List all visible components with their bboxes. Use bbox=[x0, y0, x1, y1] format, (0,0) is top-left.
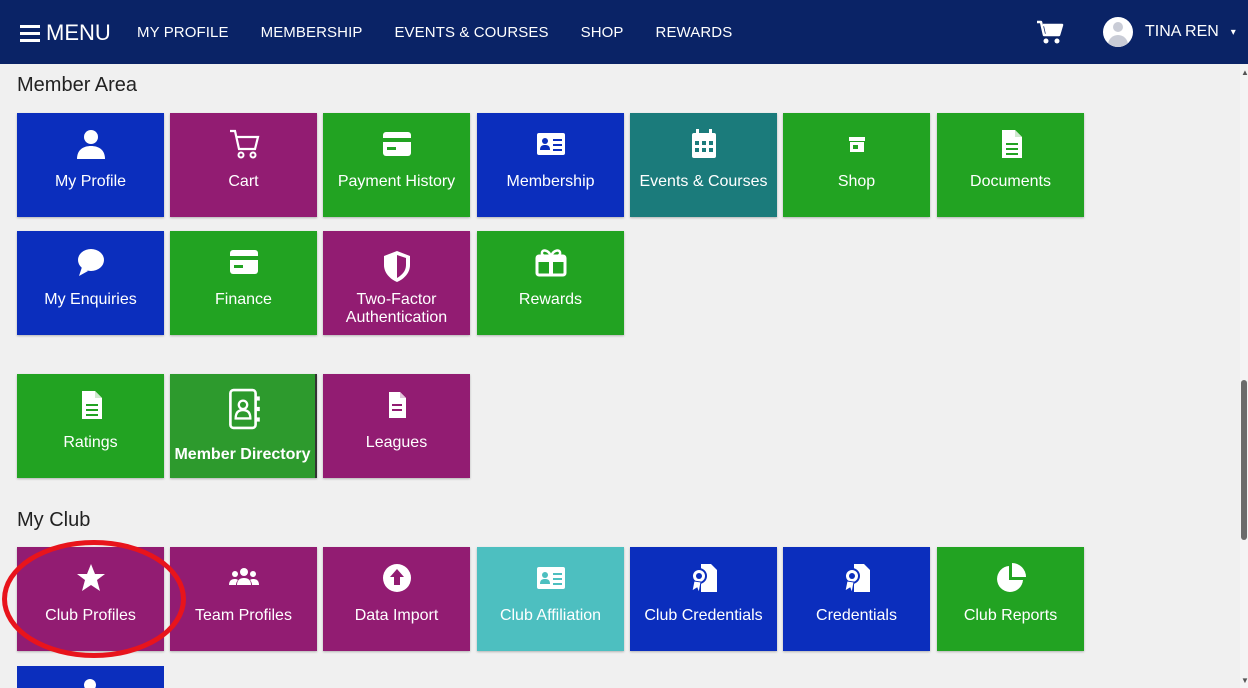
tile-leagues[interactable]: Leagues bbox=[323, 374, 470, 478]
hamburger-icon bbox=[20, 24, 40, 42]
id-card-icon bbox=[536, 567, 565, 589]
tile-label: Finance bbox=[215, 291, 272, 308]
tile-rewards[interactable]: Rewards bbox=[477, 231, 624, 335]
tile-label: Two-Factor Authentication bbox=[345, 291, 448, 326]
scroll-up-icon[interactable]: ▲ bbox=[1241, 68, 1248, 77]
nav-events-courses[interactable]: EVENTS & COURSES bbox=[394, 24, 548, 41]
document-icon bbox=[1001, 130, 1022, 158]
menu-label: MENU bbox=[46, 20, 111, 45]
tile-label: Leagues bbox=[365, 434, 428, 451]
store-icon bbox=[848, 137, 865, 152]
chat-bubble-icon bbox=[77, 249, 104, 276]
tile-label: Cart bbox=[228, 173, 259, 190]
menu-button[interactable]: MENU bbox=[20, 20, 111, 46]
address-book-icon bbox=[228, 388, 260, 430]
tile-my-profile[interactable]: My Profile bbox=[17, 113, 164, 217]
tile-ratings[interactable]: Ratings bbox=[17, 374, 164, 478]
avatar bbox=[1103, 17, 1133, 47]
my-club-title: My Club bbox=[17, 509, 91, 531]
scroll-down-icon[interactable]: ▼ bbox=[1241, 676, 1248, 685]
tile-member-directory[interactable]: Member Directory bbox=[170, 374, 317, 478]
tile-label: Club Profiles bbox=[45, 607, 136, 624]
tile-club-affiliation[interactable]: Club Affiliation bbox=[477, 547, 624, 651]
tile-label: Events & Courses bbox=[639, 173, 768, 190]
member-area-title: Member Area bbox=[17, 74, 138, 96]
tile-label: Membership bbox=[506, 173, 595, 190]
main-nav: MY PROFILE MEMBERSHIP EVENTS & COURSES S… bbox=[137, 24, 764, 41]
tile-label: Shop bbox=[837, 173, 876, 190]
group-icon bbox=[228, 568, 259, 585]
tile-label: Ratings bbox=[63, 434, 118, 451]
credit-card-icon bbox=[382, 132, 411, 156]
shield-icon bbox=[383, 251, 410, 282]
tile-label: Data Import bbox=[354, 607, 439, 624]
tile-label: My Profile bbox=[54, 173, 127, 190]
id-card-icon bbox=[536, 133, 565, 155]
tile-team-profiles[interactable]: Team Profiles bbox=[170, 547, 317, 651]
scrollbar-track[interactable] bbox=[1240, 64, 1248, 688]
gift-icon bbox=[535, 249, 566, 277]
tile-label: Credentials bbox=[816, 607, 897, 624]
tile-club-reports[interactable]: Club Reports bbox=[937, 547, 1084, 651]
tile-credentials[interactable]: Credentials bbox=[783, 547, 930, 651]
tile-label: Member Directory bbox=[174, 446, 311, 463]
user-name: TINA REN bbox=[1145, 23, 1219, 40]
nav-rewards[interactable]: REWARDS bbox=[656, 24, 733, 41]
cart-icon bbox=[229, 129, 259, 159]
tile-two-factor-authentication[interactable]: Two-Factor Authentication bbox=[323, 231, 470, 335]
document-icon bbox=[81, 391, 102, 419]
calendar-icon bbox=[691, 129, 716, 158]
tile-label: Club Affiliation bbox=[499, 607, 602, 624]
credit-card-icon bbox=[229, 250, 258, 274]
top-navigation-bar: MENU MY PROFILE MEMBERSHIP EVENTS & COUR… bbox=[0, 0, 1248, 64]
nav-membership[interactable]: MEMBERSHIP bbox=[261, 24, 363, 41]
tile-label: Team Profiles bbox=[195, 607, 292, 624]
star-icon bbox=[76, 564, 105, 591]
user-menu[interactable]: TINA REN ▾ bbox=[1103, 17, 1236, 47]
nav-my-profile[interactable]: MY PROFILE bbox=[137, 24, 229, 41]
tile-finance[interactable]: Finance bbox=[170, 231, 317, 335]
tile-club-credentials[interactable]: Club Credentials bbox=[630, 547, 777, 651]
pie-chart-icon bbox=[996, 563, 1026, 592]
tile-data-import[interactable]: Data Import bbox=[323, 547, 470, 651]
tile-payment-history[interactable]: Payment History bbox=[323, 113, 470, 217]
document-icon bbox=[388, 392, 406, 418]
certificate-icon bbox=[690, 564, 717, 595]
person-icon bbox=[84, 679, 96, 688]
caret-down-icon: ▾ bbox=[1230, 26, 1236, 38]
tile-shop[interactable]: Shop bbox=[783, 113, 930, 217]
tile-label: My Enquiries bbox=[44, 291, 137, 308]
certificate-icon bbox=[843, 564, 870, 595]
tile-partial[interactable] bbox=[17, 666, 164, 688]
scrollbar-thumb[interactable] bbox=[1241, 380, 1247, 540]
tile-club-profiles[interactable]: Club Profiles bbox=[17, 547, 164, 651]
shopping-cart-icon[interactable] bbox=[1036, 20, 1064, 46]
tile-events-courses[interactable]: Events & Courses bbox=[630, 113, 777, 217]
nav-shop[interactable]: SHOP bbox=[581, 24, 624, 41]
person-icon bbox=[76, 130, 105, 159]
tile-label: Rewards bbox=[518, 291, 583, 308]
tile-label: Club Reports bbox=[963, 607, 1058, 624]
tile-documents[interactable]: Documents bbox=[937, 113, 1084, 217]
upload-icon bbox=[382, 564, 411, 592]
tile-label: Club Credentials bbox=[644, 607, 763, 624]
tile-membership[interactable]: Membership bbox=[477, 113, 624, 217]
tile-cart[interactable]: Cart bbox=[170, 113, 317, 217]
tile-label: Payment History bbox=[337, 173, 456, 190]
tile-label: Documents bbox=[970, 173, 1051, 190]
tile-my-enquiries[interactable]: My Enquiries bbox=[17, 231, 164, 335]
